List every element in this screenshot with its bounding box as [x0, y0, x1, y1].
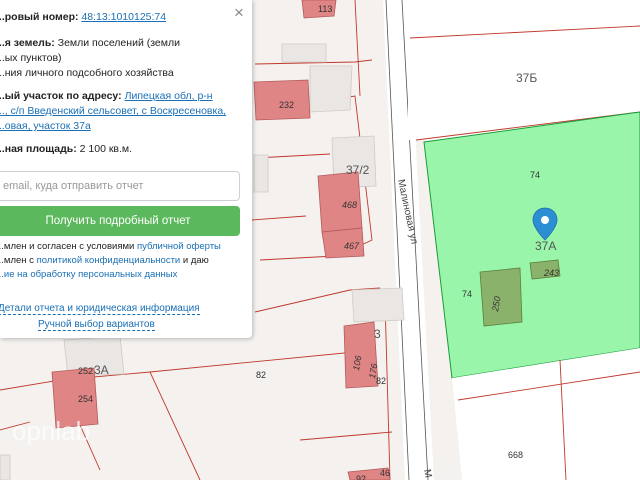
parcel-label: 74 — [462, 289, 472, 299]
area-label: ...ная площадь: — [0, 143, 77, 155]
parcel-label: 74 — [530, 170, 540, 180]
terms-line: ...млен и согласен с условиями публичной… — [0, 240, 248, 254]
parcel-label: 46 — [380, 468, 390, 478]
area-row: ...ная площадь: 2 100 кв.м. — [0, 142, 248, 157]
cadastral-label: ...ровый номер: — [0, 11, 79, 23]
parcel-label: 113 — [318, 4, 332, 14]
address-label: ...ый участок по адресу: — [0, 90, 122, 102]
parcel-label: 468 — [342, 200, 357, 210]
land-use-row: ...ния личного подсобного хозяйства — [0, 67, 174, 79]
watermark-logo: opnlab — [12, 416, 90, 446]
personal-data-consent-link[interactable]: ...ие на обработку персональных данных — [0, 269, 177, 280]
parcel-label: 252 — [78, 366, 93, 376]
privacy-policy-link[interactable]: политикой конфиденциальности — [37, 255, 181, 266]
terms-text: и даю — [180, 255, 209, 266]
details-link-row: Детали отчета и юридическая информация — [0, 302, 250, 316]
address-link-3[interactable]: ...овая, участок 37а — [0, 120, 91, 132]
parcel-label: 232 — [279, 100, 294, 110]
land-category-value: Земли поселений (земли — [57, 37, 180, 49]
land-category-row: ...я земель: Земли поселений (земли — [0, 36, 248, 51]
terms-text: ...млен с — [0, 255, 37, 266]
manual-select-row: Ручной выбор вариантов — [38, 318, 252, 332]
address-link[interactable]: Липецкая обл, р-н — [125, 90, 213, 102]
terms-line: ...млен с политикой конфиденциальности и… — [0, 254, 248, 268]
parcel-label: 668 — [508, 450, 523, 460]
land-category-label: ...я земель: — [0, 37, 55, 49]
cadastral-number-row: ...ровый номер: 48:13:1010125:74 — [0, 10, 248, 25]
parcel-info-panel: × ...ровый номер: 48:13:1010125:74 ...я … — [0, 0, 252, 338]
land-category-cont: ...ых пунктов) — [0, 52, 62, 64]
parcel-label: 243 — [543, 268, 559, 278]
address-row: ...ый участок по адресу: Липецкая обл, р… — [0, 89, 248, 104]
email-input[interactable]: email, куда отправить отчет — [0, 171, 240, 201]
selected-parcel-37a[interactable] — [423, 111, 640, 379]
manual-select-link[interactable]: Ручной выбор вариантов — [38, 319, 155, 331]
terms-text: ...млен и согласен с условиями — [0, 241, 137, 252]
parcel-label: 37/2 — [346, 163, 370, 177]
address-cont: ...овая, участок 37а — [0, 119, 248, 134]
cadastral-number-link[interactable]: 48:13:1010125:74 — [81, 11, 166, 23]
parcel-label: 37А — [535, 239, 556, 253]
public-offer-link[interactable]: публичной оферты — [137, 241, 221, 252]
area-value: 2 100 кв.м. — [79, 143, 133, 155]
parcel-label: 467 — [344, 241, 360, 251]
building-250[interactable] — [479, 267, 523, 327]
terms-line: ...ие на обработку персональных данных — [0, 268, 248, 282]
parcel-label: 82 — [376, 376, 386, 386]
parcel-label: 3А — [94, 363, 109, 377]
get-report-button[interactable]: Получить подробный отчет — [0, 206, 240, 236]
address-cont: ..., с/п Введенский сельсовет, с Воскрес… — [0, 104, 248, 119]
parcel-label: 3 — [374, 327, 381, 341]
parcel-label: 37Б — [516, 71, 537, 85]
address-link-2[interactable]: ..., с/п Введенский сельсовет, с Воскрес… — [0, 105, 226, 117]
details-link[interactable]: Детали отчета и юридическая информация — [0, 303, 200, 315]
parcel-label: 82 — [256, 370, 266, 380]
parcel-label: 92 — [356, 474, 366, 480]
parcel-label: 254 — [78, 394, 93, 404]
